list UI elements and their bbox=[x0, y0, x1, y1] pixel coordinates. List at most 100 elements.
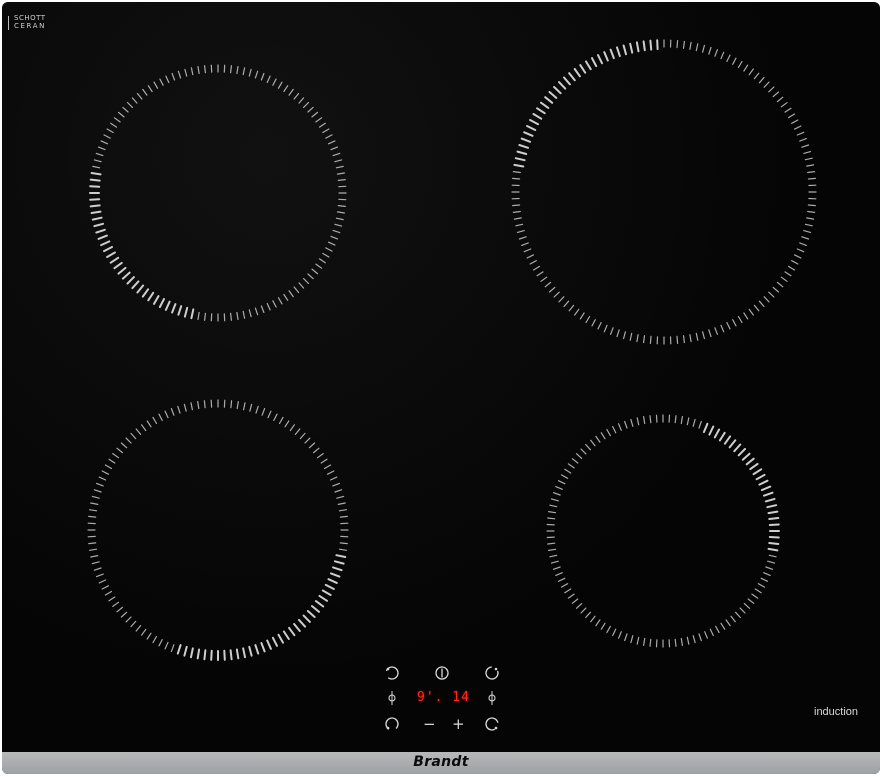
zone-tick-mark bbox=[787, 265, 796, 271]
zone-tick-mark bbox=[131, 280, 140, 290]
zone-tick-mark bbox=[536, 107, 546, 115]
zone-tick-mark bbox=[288, 290, 294, 298]
zone-tick-mark bbox=[103, 134, 111, 139]
zone-tick-mark bbox=[97, 234, 108, 240]
zone-tick-mark bbox=[532, 265, 541, 271]
zone-tick-mark bbox=[743, 312, 749, 320]
zone-tick-mark bbox=[807, 171, 816, 174]
zone-tick-mark bbox=[306, 610, 316, 618]
zone-tick-mark bbox=[737, 448, 746, 457]
timer-right-icon[interactable] bbox=[484, 690, 500, 706]
zone-tick-mark bbox=[548, 286, 556, 293]
zone-tick-mark bbox=[629, 332, 633, 341]
zone-tick-mark bbox=[283, 85, 289, 93]
zone-tick-mark bbox=[338, 509, 347, 512]
zone-tick-mark bbox=[768, 86, 775, 93]
zone-tick-mark bbox=[90, 210, 102, 214]
zone-tick-mark bbox=[553, 86, 562, 95]
zone-tick-mark bbox=[229, 649, 233, 661]
zone-tick-mark bbox=[763, 491, 774, 497]
zone-selector-rear-right-icon[interactable] bbox=[484, 665, 500, 681]
zone-tick-mark bbox=[260, 642, 266, 653]
zone-tick-mark bbox=[177, 305, 183, 316]
zone-tick-mark bbox=[177, 405, 181, 414]
zone-tick-mark bbox=[548, 91, 558, 99]
zone-tick-mark bbox=[236, 65, 239, 75]
zone-tick-mark bbox=[183, 306, 189, 318]
zone-tick-mark bbox=[804, 223, 813, 227]
zone-tick-mark bbox=[680, 637, 684, 647]
zone-tick-mark bbox=[315, 263, 323, 269]
zone-tick-mark bbox=[338, 548, 347, 551]
zone-tick-mark bbox=[88, 548, 98, 551]
zone-tick-mark bbox=[780, 102, 788, 108]
timer-left-icon[interactable] bbox=[384, 690, 400, 706]
zone-tick-mark bbox=[512, 171, 521, 174]
zone-tick-mark bbox=[88, 509, 98, 512]
zone-tick-mark bbox=[799, 242, 807, 246]
zone-tick-mark bbox=[520, 137, 532, 143]
zone-tick-mark bbox=[642, 637, 646, 647]
zone-tick-mark bbox=[772, 91, 780, 98]
zone-selector-front-left-icon[interactable] bbox=[384, 716, 400, 732]
zone-tick-mark bbox=[321, 589, 332, 596]
zone-tick-mark bbox=[95, 152, 104, 157]
zone-tick-mark bbox=[515, 223, 524, 227]
zone-tick-mark bbox=[532, 113, 543, 120]
zone-tick-mark bbox=[248, 309, 252, 318]
zone-selector-rear-left-icon[interactable] bbox=[384, 665, 400, 681]
zone-tick-mark bbox=[739, 607, 746, 614]
zone-tick-mark bbox=[236, 401, 239, 410]
zone-tick-mark bbox=[516, 150, 528, 155]
zone-tick-mark bbox=[101, 470, 110, 475]
zone-tick-mark bbox=[130, 432, 137, 440]
minus-button[interactable]: − bbox=[423, 716, 436, 732]
plus-button[interactable]: + bbox=[452, 716, 465, 732]
zone-tick-mark bbox=[708, 329, 712, 338]
zone-tick-mark bbox=[242, 647, 246, 659]
zone-tick-mark bbox=[93, 489, 102, 493]
zone-tick-mark bbox=[732, 57, 737, 65]
zone-tick-mark bbox=[636, 417, 640, 426]
zone-tick-mark bbox=[335, 217, 344, 221]
zone-tick-mark bbox=[272, 300, 277, 308]
zone-tick-mark bbox=[288, 626, 296, 637]
zone-tick-mark bbox=[93, 159, 102, 163]
zone-selector-front-right-icon[interactable] bbox=[484, 716, 500, 732]
zone-tick-mark bbox=[190, 67, 194, 76]
zone-tick-mark bbox=[642, 416, 646, 425]
zone-tick-mark bbox=[249, 403, 253, 412]
zone-tick-mark bbox=[806, 164, 815, 167]
zone-tick-mark bbox=[616, 46, 621, 57]
zone-tick-mark bbox=[579, 64, 587, 74]
zone-tick-mark bbox=[714, 49, 719, 57]
zone-tick-mark bbox=[330, 572, 341, 578]
zone-tick-mark bbox=[330, 146, 339, 151]
zone-tick-mark bbox=[106, 128, 114, 134]
zone-tick-mark bbox=[190, 647, 194, 659]
zone-tick-mark bbox=[807, 210, 816, 213]
zone-tick-mark bbox=[125, 616, 132, 623]
zone-tick-mark bbox=[692, 635, 696, 644]
power-icon[interactable] bbox=[434, 665, 450, 681]
zone-tick-mark bbox=[574, 308, 580, 316]
zone-tick-mark bbox=[600, 432, 606, 440]
zone-tick-mark bbox=[595, 435, 601, 443]
zone-tick-mark bbox=[768, 536, 780, 539]
zone-tick-mark bbox=[91, 216, 103, 221]
zone-tick-mark bbox=[772, 286, 780, 293]
zone-tick-mark bbox=[753, 304, 760, 312]
zone-tick-mark bbox=[332, 566, 343, 572]
zone-tick-mark bbox=[254, 70, 259, 79]
zone-tick-mark bbox=[763, 81, 770, 88]
zone-tick-mark bbox=[743, 602, 751, 609]
zone-tick-mark bbox=[277, 81, 283, 89]
zone-tick-mark bbox=[89, 204, 101, 208]
zone-rear-right bbox=[511, 39, 817, 345]
zone-tick-mark bbox=[255, 405, 259, 414]
zone-tick-mark bbox=[804, 157, 813, 161]
zone-tick-mark bbox=[649, 39, 653, 51]
zone-tick-mark bbox=[89, 178, 101, 182]
zone-tick-mark bbox=[758, 479, 769, 486]
zone-tick-mark bbox=[327, 241, 336, 246]
